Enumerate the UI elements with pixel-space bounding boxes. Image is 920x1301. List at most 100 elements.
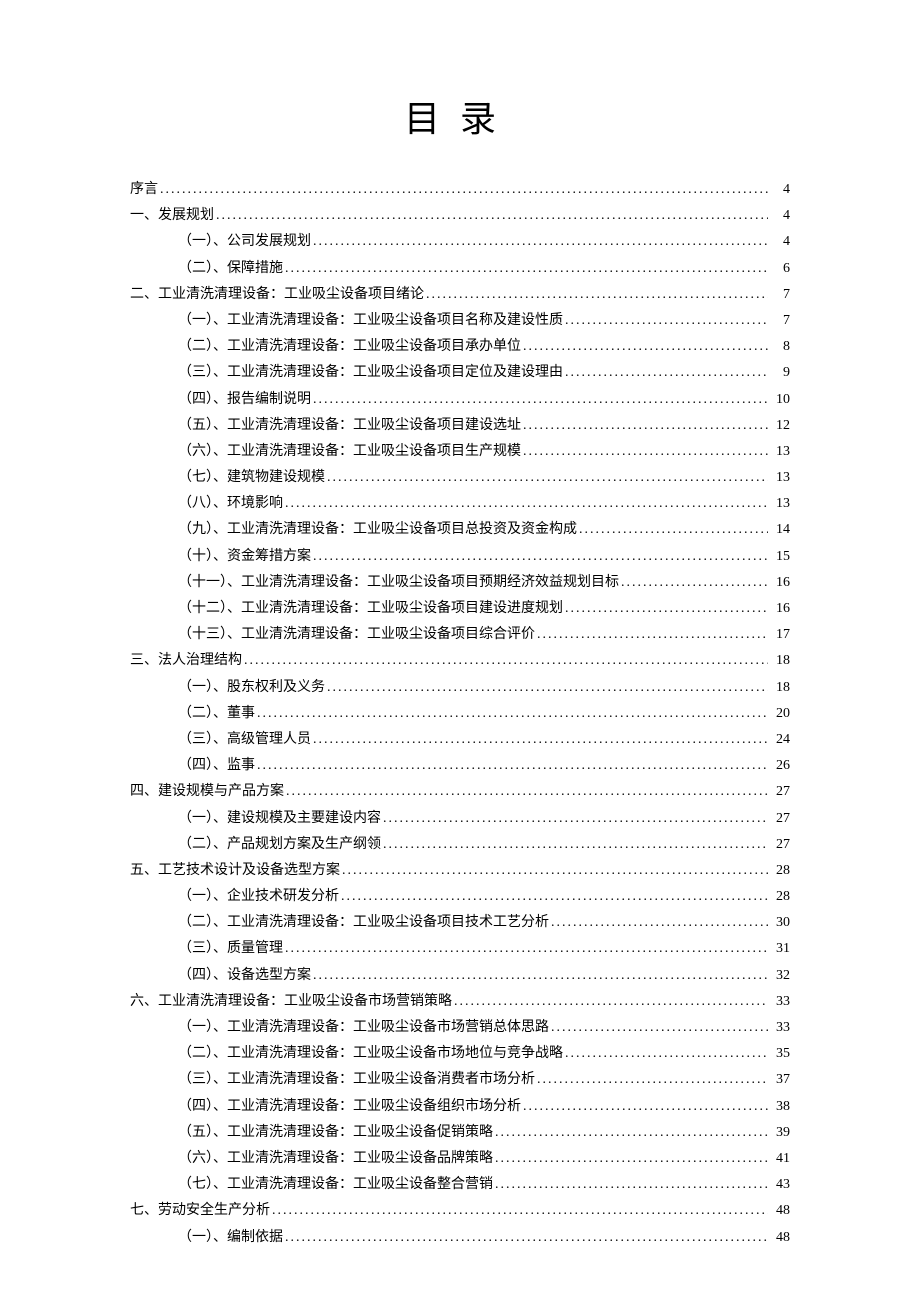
toc-entry-label: （七）、工业清洗清理设备：工业吸尘设备整合营销 xyxy=(178,1172,493,1197)
toc-entry-label: （二）、工业清洗清理设备：工业吸尘设备项目承办单位 xyxy=(178,334,521,359)
toc-entry-page: 16 xyxy=(770,596,790,621)
toc-entry: （五）、工业清洗清理设备：工业吸尘设备促销策略39 xyxy=(130,1120,790,1145)
toc-leader-dots xyxy=(454,989,768,1014)
toc-entry-page: 30 xyxy=(770,910,790,935)
toc-leader-dots xyxy=(313,963,768,988)
toc-entry: （十二）、工业清洗清理设备：工业吸尘设备项目建设进度规划16 xyxy=(130,596,790,621)
toc-leader-dots xyxy=(579,517,768,542)
toc-leader-dots xyxy=(272,1198,768,1223)
toc-entry-page: 15 xyxy=(770,544,790,569)
toc-entry-label: （三）、工业清洗清理设备：工业吸尘设备消费者市场分析 xyxy=(178,1067,535,1092)
toc-entry: （一）、编制依据48 xyxy=(130,1225,790,1250)
toc-entry-page: 33 xyxy=(770,989,790,1014)
toc-entry-label: （四）、工业清洗清理设备：工业吸尘设备组织市场分析 xyxy=(178,1094,521,1119)
toc-entry-page: 4 xyxy=(770,203,790,228)
toc-entry: （六）、工业清洗清理设备：工业吸尘设备品牌策略41 xyxy=(130,1146,790,1171)
toc-entry: （八）、环境影响 13 xyxy=(130,491,790,516)
toc-leader-dots xyxy=(523,1094,768,1119)
toc-entry: 序言4 xyxy=(130,177,790,202)
toc-entry-page: 9 xyxy=(770,360,790,385)
toc-entry: 四、建设规模与产品方案 27 xyxy=(130,779,790,804)
toc-entry-page: 24 xyxy=(770,727,790,752)
toc-leader-dots xyxy=(244,648,768,673)
toc-leader-dots xyxy=(160,177,768,202)
toc-leader-dots xyxy=(285,256,768,281)
toc-entry-page: 27 xyxy=(770,806,790,831)
toc-entry-label: （五）、工业清洗清理设备：工业吸尘设备促销策略 xyxy=(178,1120,493,1145)
toc-entry: （三）、高级管理人员24 xyxy=(130,727,790,752)
toc-entry: （一）、建设规模及主要建设内容 27 xyxy=(130,806,790,831)
toc-leader-dots xyxy=(216,203,768,228)
toc-entry-label: （一）、工业清洗清理设备：工业吸尘设备项目名称及建设性质 xyxy=(178,308,563,333)
toc-leader-dots xyxy=(257,701,768,726)
toc-leader-dots xyxy=(383,806,768,831)
toc-leader-dots xyxy=(342,858,768,883)
toc-entry-page: 33 xyxy=(770,1015,790,1040)
toc-entry-label: （三）、质量管理 xyxy=(178,936,283,961)
toc-entry: （一）、企业技术研发分析 28 xyxy=(130,884,790,909)
toc-leader-dots xyxy=(565,308,768,333)
toc-entry-page: 43 xyxy=(770,1172,790,1197)
toc-entry-label: （一）、建设规模及主要建设内容 xyxy=(178,806,381,831)
toc-entry: 二、工业清洗清理设备：工业吸尘设备项目绪论7 xyxy=(130,282,790,307)
toc-leader-dots xyxy=(341,884,768,909)
toc-entry-label: （四）、监事 xyxy=(178,753,255,778)
toc-entry: （一）、公司发展规划 4 xyxy=(130,229,790,254)
toc-leader-dots xyxy=(285,1225,768,1250)
toc-leader-dots xyxy=(565,596,768,621)
toc-entry-page: 4 xyxy=(770,229,790,254)
toc-entry-page: 13 xyxy=(770,491,790,516)
toc-entry-page: 27 xyxy=(770,779,790,804)
toc-leader-dots xyxy=(285,491,768,516)
toc-entry-label: 一、发展规划 xyxy=(130,203,214,228)
toc-entry-label: （十三）、工业清洗清理设备：工业吸尘设备项目综合评价 xyxy=(178,622,535,647)
toc-entry-label: 四、建设规模与产品方案 xyxy=(130,779,284,804)
toc-entry-label: 五、工艺技术设计及设备选型方案 xyxy=(130,858,340,883)
toc-entry-label: （一）、公司发展规划 xyxy=(178,229,311,254)
toc-entry-label: （一）、企业技术研发分析 xyxy=(178,884,339,909)
toc-entry-page: 35 xyxy=(770,1041,790,1066)
toc-leader-dots xyxy=(286,779,768,804)
toc-entry-page: 48 xyxy=(770,1198,790,1223)
toc-entry: 七、劳动安全生产分析48 xyxy=(130,1198,790,1223)
toc-entry: （二）、工业清洗清理设备：工业吸尘设备项目承办单位8 xyxy=(130,334,790,359)
toc-entry-page: 12 xyxy=(770,413,790,438)
toc-entry: （四）、报告编制说明10 xyxy=(130,387,790,412)
toc-entry: （三）、工业清洗清理设备：工业吸尘设备项目定位及建设理由9 xyxy=(130,360,790,385)
toc-entry-page: 7 xyxy=(770,308,790,333)
toc-entry-label: （七）、建筑物建设规模 xyxy=(178,465,325,490)
toc-entry-page: 14 xyxy=(770,517,790,542)
toc-entry-label: （五）、工业清洗清理设备：工业吸尘设备项目建设选址 xyxy=(178,413,521,438)
toc-entry-label: （四）、报告编制说明 xyxy=(178,387,311,412)
toc-entry-label: （一）、编制依据 xyxy=(178,1225,283,1250)
toc-entry-label: 序言 xyxy=(130,177,158,202)
toc-entry: （七）、建筑物建设规模13 xyxy=(130,465,790,490)
toc-entry-label: （二）、董事 xyxy=(178,701,255,726)
toc-entry: 三、法人治理结构 18 xyxy=(130,648,790,673)
toc-entry: （五）、工业清洗清理设备：工业吸尘设备项目建设选址 12 xyxy=(130,413,790,438)
toc-entry: （二）、工业清洗清理设备：工业吸尘设备市场地位与竞争战略 35 xyxy=(130,1041,790,1066)
toc-leader-dots xyxy=(551,1015,768,1040)
toc-entry-label: （六）、工业清洗清理设备：工业吸尘设备品牌策略 xyxy=(178,1146,493,1171)
toc-entry-label: （二）、保障措施 xyxy=(178,256,283,281)
toc-entry-label: （六）、工业清洗清理设备：工业吸尘设备项目生产规模 xyxy=(178,439,521,464)
toc-entry-label: （一）、工业清洗清理设备：工业吸尘设备市场营销总体思路 xyxy=(178,1015,549,1040)
toc-entry: （三）、工业清洗清理设备：工业吸尘设备消费者市场分析 37 xyxy=(130,1067,790,1092)
toc-entry-label: 三、法人治理结构 xyxy=(130,648,242,673)
toc-entry: （二）、工业清洗清理设备：工业吸尘设备项目技术工艺分析 30 xyxy=(130,910,790,935)
toc-entry-label: 六、工业清洗清理设备：工业吸尘设备市场营销策略 xyxy=(130,989,452,1014)
toc-entry-page: 32 xyxy=(770,963,790,988)
toc-entry-label: （八）、环境影响 xyxy=(178,491,283,516)
toc-entry: 五、工艺技术设计及设备选型方案28 xyxy=(130,858,790,883)
toc-entry-label: （二）、工业清洗清理设备：工业吸尘设备市场地位与竞争战略 xyxy=(178,1041,563,1066)
toc-entry-label: （一）、股东权利及义务 xyxy=(178,675,325,700)
toc-entry: （十）、资金筹措方案15 xyxy=(130,544,790,569)
toc-entry-page: 37 xyxy=(770,1067,790,1092)
toc-entry-page: 28 xyxy=(770,884,790,909)
toc-leader-dots xyxy=(313,544,768,569)
toc-entry: （十一）、工业清洗清理设备：工业吸尘设备项目预期经济效益规划目标16 xyxy=(130,570,790,595)
toc-entry-page: 18 xyxy=(770,648,790,673)
toc-leader-dots xyxy=(523,413,768,438)
toc-entry-label: （二）、工业清洗清理设备：工业吸尘设备项目技术工艺分析 xyxy=(178,910,549,935)
toc-entry-label: （九）、工业清洗清理设备：工业吸尘设备项目总投资及资金构成 xyxy=(178,517,577,542)
